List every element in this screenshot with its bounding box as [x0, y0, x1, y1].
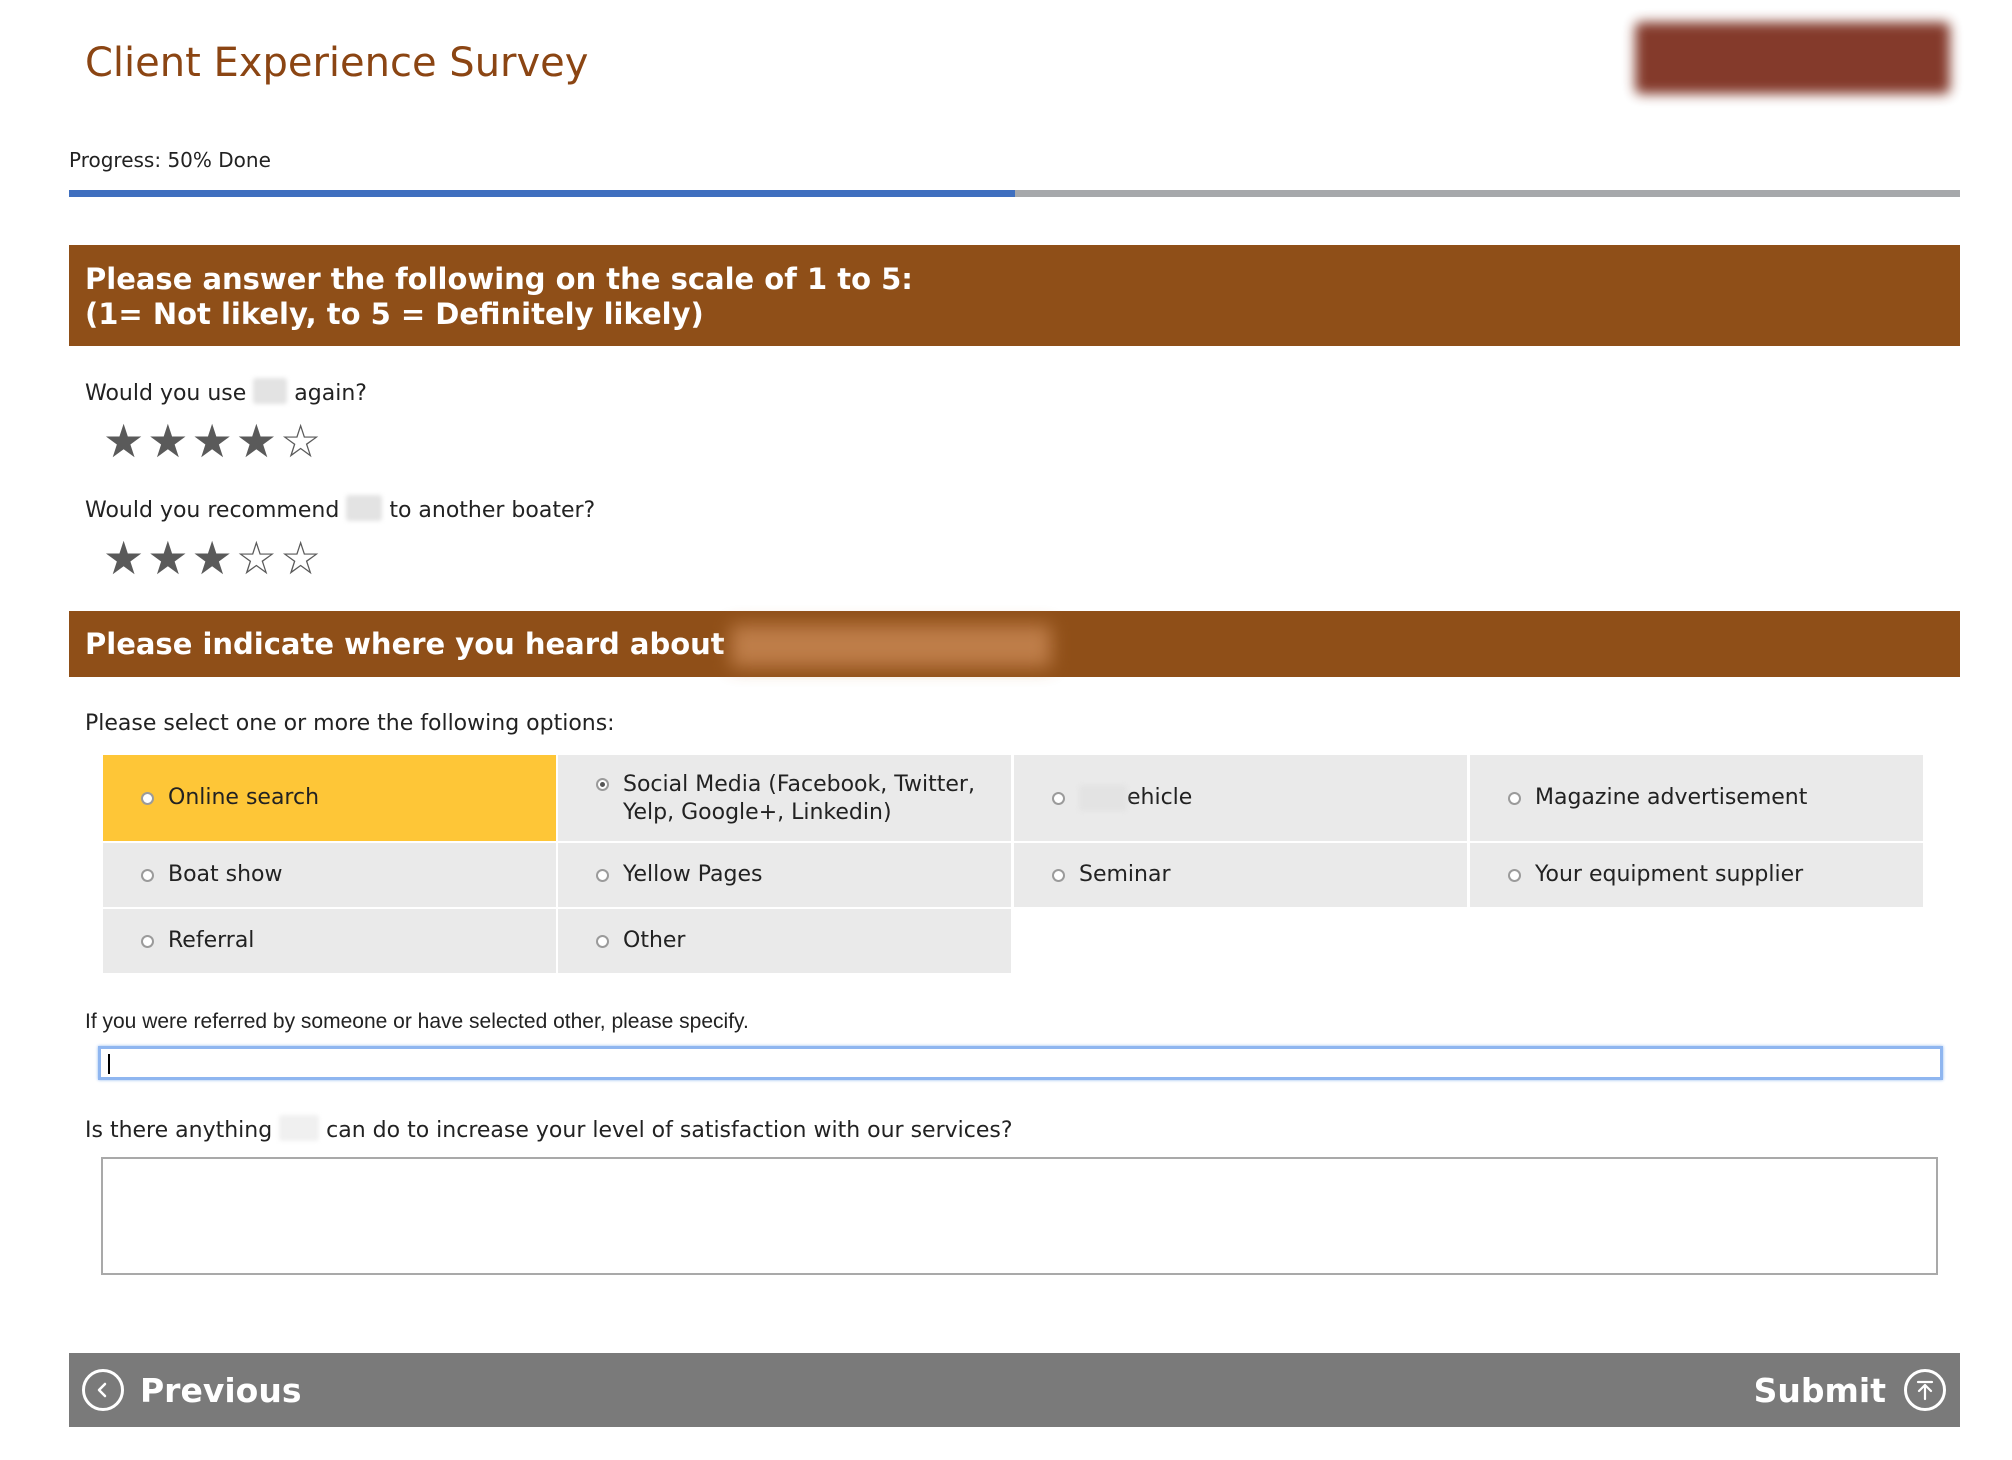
option-label: Social Media (Facebook, Twitter, Yelp, G…	[623, 772, 975, 825]
star-filled-icon[interactable]: ★	[147, 414, 191, 468]
option-label: ehicle	[1127, 785, 1193, 810]
satisfaction-question: Is there anything can do to increase you…	[85, 1115, 1013, 1143]
previous-label: Previous	[140, 1370, 302, 1410]
referral-input[interactable]	[98, 1046, 1943, 1080]
star-rating-recommend[interactable]: ★★★☆☆	[103, 535, 324, 581]
option-social-media[interactable]: Social Media (Facebook, Twitter, Yelp, G…	[558, 755, 1011, 841]
text-caret	[108, 1054, 110, 1074]
star-empty-icon[interactable]: ☆	[280, 531, 324, 585]
radio-button[interactable]	[1052, 791, 1065, 805]
submit-button[interactable]: Submit	[1754, 1353, 1946, 1427]
satisfaction-text-start: Is there anything	[85, 1118, 273, 1143]
radio-button[interactable]	[596, 778, 609, 791]
radio-button[interactable]	[1508, 791, 1521, 805]
option-label: Your equipment supplier	[1535, 862, 1804, 887]
progress-bar	[69, 190, 1960, 197]
redacted-company-name	[253, 378, 288, 404]
question-text-start: Would you recommend	[85, 498, 340, 523]
page-title: Client Experience Survey	[85, 40, 589, 86]
referral-field-label: If you were referred by someone or have …	[85, 1010, 749, 1033]
star-empty-icon[interactable]: ☆	[280, 414, 324, 468]
rating-section-heading-line1: Please answer the following on the scale…	[85, 262, 913, 296]
navigation-footer: Previous Submit	[69, 1353, 1960, 1427]
option-label: Yellow Pages	[623, 862, 763, 887]
company-logo	[1635, 22, 1950, 94]
radio-button[interactable]	[596, 934, 609, 948]
star-filled-icon[interactable]: ★	[192, 531, 236, 585]
satisfaction-textarea[interactable]	[101, 1157, 1938, 1275]
question-use-again: Would you use again?	[85, 378, 367, 406]
radio-button[interactable]	[1508, 868, 1521, 882]
rating-section-header: Please answer the following on the scale…	[69, 245, 1960, 346]
option-label: Seminar	[1079, 862, 1171, 887]
source-section-heading: Please indicate where you heard about	[85, 627, 725, 661]
option-boat-show[interactable]: Boat show	[103, 843, 556, 907]
option-other[interactable]: Other	[558, 909, 1011, 973]
previous-button[interactable]: Previous	[82, 1353, 301, 1427]
question-text-start: Would you use	[85, 381, 247, 406]
star-empty-icon[interactable]: ☆	[236, 531, 280, 585]
star-filled-icon[interactable]: ★	[236, 414, 280, 468]
option-referral[interactable]: Referral	[103, 909, 556, 973]
option-label: Online search	[168, 785, 320, 810]
question-text-end: to another boater?	[389, 498, 596, 523]
option-equipment-supplier[interactable]: Your equipment supplier	[1470, 843, 1923, 907]
question-text-end: again?	[294, 381, 367, 406]
option-label: Boat show	[168, 862, 283, 887]
redacted-text	[1079, 785, 1127, 811]
redacted-company-name	[279, 1115, 320, 1141]
star-filled-icon[interactable]: ★	[103, 531, 147, 585]
option-yellow-pages[interactable]: Yellow Pages	[558, 843, 1011, 907]
satisfaction-text-end: can do to increase your level of satisfa…	[326, 1118, 1013, 1143]
radio-button[interactable]	[141, 934, 154, 948]
option-vehicle[interactable]: ehicle	[1014, 755, 1467, 841]
option-label: Referral	[168, 928, 255, 953]
radio-button[interactable]	[141, 791, 154, 805]
option-label: Magazine advertisement	[1535, 785, 1808, 810]
source-section-header: Please indicate where you heard about	[69, 611, 1960, 677]
option-online-search[interactable]: Online search	[103, 755, 556, 841]
question-recommend: Would you recommend to another boater?	[85, 495, 595, 523]
option-seminar[interactable]: Seminar	[1014, 843, 1467, 907]
star-filled-icon[interactable]: ★	[147, 531, 191, 585]
upload-arrow-icon	[1904, 1369, 1946, 1411]
options-prompt: Please select one or more the following …	[85, 711, 615, 736]
star-filled-icon[interactable]: ★	[192, 414, 236, 468]
progress-bar-fill	[69, 190, 1015, 197]
redacted-company-name	[730, 625, 1051, 667]
radio-button[interactable]	[141, 868, 154, 882]
chevron-left-icon	[82, 1369, 124, 1411]
option-label: Other	[623, 928, 686, 953]
redacted-company-name	[346, 495, 383, 521]
star-rating-use-again[interactable]: ★★★★☆	[103, 418, 324, 464]
submit-label: Submit	[1753, 1370, 1886, 1410]
radio-button[interactable]	[1052, 868, 1065, 882]
option-magazine-advertisement[interactable]: Magazine advertisement	[1470, 755, 1923, 841]
rating-section-heading-line2: (1= Not likely, to 5 = Definitely likely…	[85, 297, 704, 331]
progress-label: Progress: 50% Done	[69, 148, 271, 172]
radio-button[interactable]	[596, 868, 609, 882]
star-filled-icon[interactable]: ★	[103, 414, 147, 468]
